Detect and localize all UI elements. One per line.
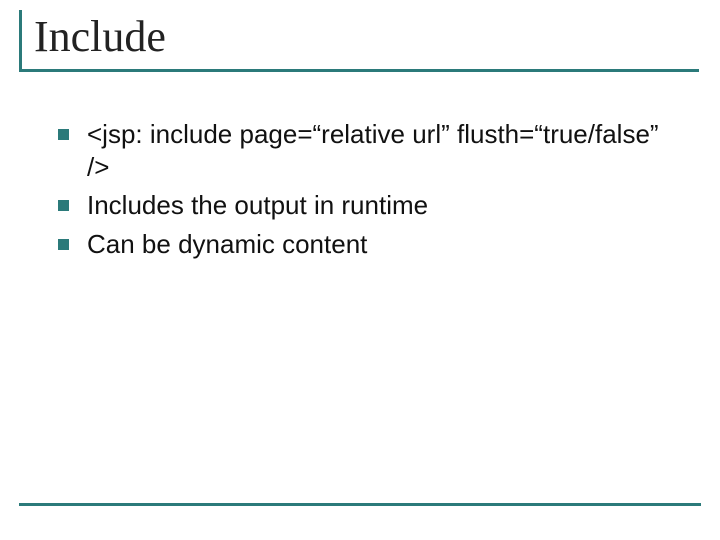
- bottom-divider: [19, 503, 701, 506]
- square-bullet-icon: [58, 129, 69, 140]
- list-item: Includes the output in runtime: [58, 189, 680, 222]
- list-item: Can be dynamic content: [58, 228, 680, 261]
- list-item: <jsp: include page=“relative url” flusth…: [58, 118, 680, 183]
- bullet-text: <jsp: include page=“relative url” flusth…: [87, 118, 680, 183]
- square-bullet-icon: [58, 239, 69, 250]
- bullet-list: <jsp: include page=“relative url” flusth…: [58, 118, 680, 260]
- slide: Include <jsp: include page=“relative url…: [0, 0, 720, 540]
- bullet-text: Includes the output in runtime: [87, 189, 680, 222]
- square-bullet-icon: [58, 200, 69, 211]
- slide-body: <jsp: include page=“relative url” flusth…: [58, 118, 680, 266]
- slide-title: Include: [34, 10, 699, 63]
- bullet-text: Can be dynamic content: [87, 228, 680, 261]
- title-frame: Include: [19, 10, 699, 72]
